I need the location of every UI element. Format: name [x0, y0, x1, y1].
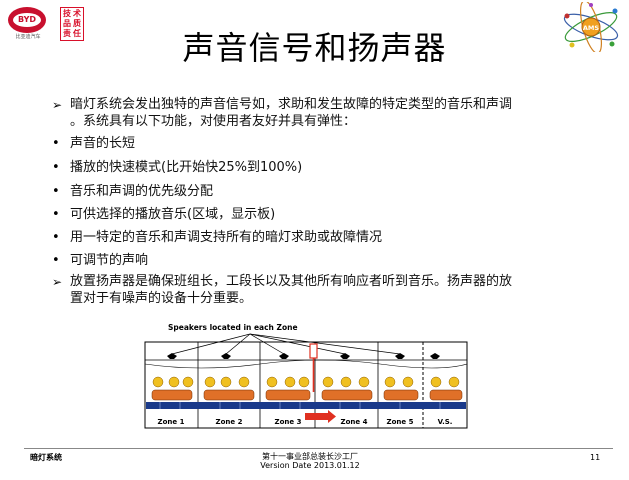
bullet-dot-icon: • — [52, 184, 60, 199]
footer-version-date: Version Date 2013.01.12 — [260, 461, 360, 470]
slide-title: 声音信号和扬声器 — [182, 29, 447, 67]
motto-char: 术 — [73, 9, 81, 18]
bullet-item: 可供选择的播放音乐(区域，显示板) — [70, 207, 276, 222]
bullet-dot-icon: • — [52, 230, 60, 245]
footer-organization: 第十一事业部总装长沙工厂 Version Date 2013.01.12 — [250, 452, 370, 470]
zone-label: Zone 5 — [387, 418, 414, 426]
bullet-item: 播放的快速模式(比开始快25%到100%) — [70, 160, 303, 175]
bullet-item: 用一特定的音乐和声调支持所有的暗灯求助或故障情况 — [70, 230, 383, 245]
zone-label: V.S. — [438, 418, 453, 426]
diagram-caption: Speakers located in each Zone — [168, 323, 298, 332]
motto-char: 技 — [63, 9, 71, 18]
arrow-bullet-icon: ➢ — [52, 275, 63, 289]
zone-label: Zone 2 — [216, 418, 243, 426]
para2-line-2: 置对于有噪声的设备十分重要。 — [70, 291, 253, 306]
page-number: 11 — [590, 453, 601, 462]
bullet-item: 声音的长短 — [70, 136, 136, 151]
motto-char: 品 — [63, 19, 71, 28]
footer-plant-name: 第十一事业部总装长沙工厂 — [262, 452, 358, 461]
intro-line-1: 暗灯系统会发出独特的声音信号如，求助和发生故障的特定类型的音乐和声调 — [70, 97, 513, 112]
zone-label: Zone 3 — [275, 418, 302, 426]
zone-label: Zone 4 — [341, 418, 368, 426]
byd-logo-text: BYD — [13, 13, 41, 27]
footer-section-name: 暗灯系统 — [30, 453, 62, 462]
bullet-dot-icon: • — [52, 160, 60, 175]
bullet-item: 可调节的声响 — [70, 253, 149, 268]
bullet-dot-icon: • — [52, 253, 60, 268]
motto-char: 质 — [73, 19, 81, 28]
intro-line-2: 。系统具有以下功能，对使用者友好并具有弹性： — [70, 114, 357, 129]
footer-divider — [24, 448, 613, 449]
arrow-bullet-icon: ➢ — [52, 98, 63, 112]
bullet-dot-icon: • — [52, 136, 60, 151]
zone-label: Zone 1 — [158, 418, 185, 426]
para2-line-1: 放置扬声器是确保班组长，工段长以及其他所有响应者听到音乐。扬声器的放 — [70, 274, 513, 289]
bullet-dot-icon: • — [52, 207, 60, 222]
bullet-item: 音乐和声调的优先级分配 — [70, 184, 214, 199]
speaker-zone-diagram: Speakers located in each Zone Zone 1 Zon… — [144, 323, 468, 429]
